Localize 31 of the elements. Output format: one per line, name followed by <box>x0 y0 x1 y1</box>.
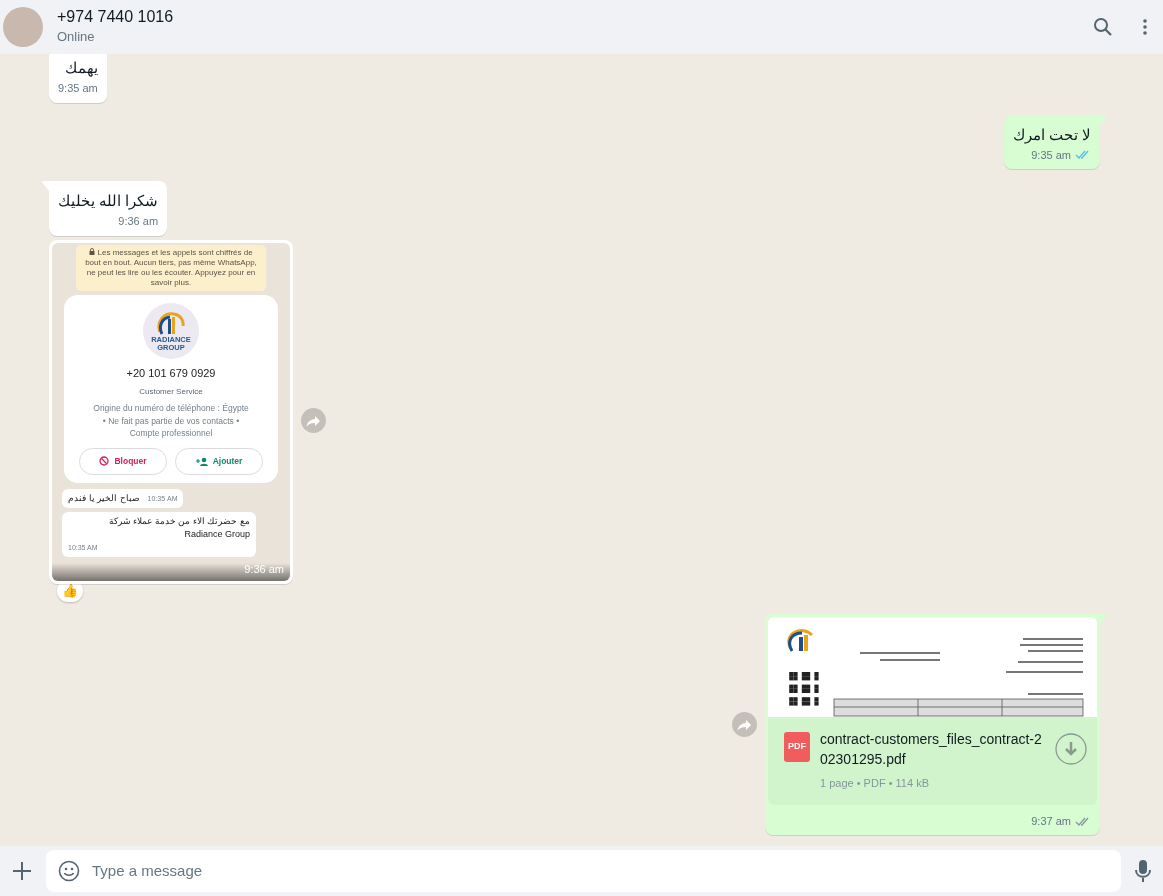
contact-detail: Origine du numéro de téléphone : Égypte <box>93 402 249 415</box>
add-person-icon <box>195 456 208 466</box>
contact-name: +974 7440 1016 <box>57 7 175 28</box>
pdf-file-icon: PDF <box>784 731 810 762</box>
lock-icon <box>89 247 96 256</box>
contact-detail: Compte professionnel <box>128 427 214 440</box>
microphone-icon[interactable] <box>1135 859 1151 883</box>
search-icon[interactable] <box>1093 17 1113 37</box>
message-text: لا تحت امرك <box>1012 125 1091 145</box>
message-time: 9:35 am <box>58 81 98 96</box>
contact-status: Online <box>57 28 96 47</box>
message-time: 9:36 am <box>244 562 284 577</box>
contact-label: Customer Service <box>139 386 203 398</box>
message-time: 9:36 am <box>118 214 159 229</box>
contact-detail: • Ne fait pas partie de vos contacts • <box>101 414 241 427</box>
message-time: 9:37 am <box>1031 814 1071 829</box>
message-time: 9:35 am <box>1031 147 1071 163</box>
add-contact-button[interactable]: Ajouter <box>175 447 263 475</box>
encryption-notice: Les messages et les appels sont chiffrés de bout en bout. Aucun tiers, pas même WhatsApp, ne peut les lire ou les écouter. Appuyez pour en savoir plus. <box>76 244 266 291</box>
menu-icon[interactable] <box>1143 19 1147 35</box>
message-field[interactable]: Type a message <box>46 850 1121 892</box>
attach-plus-icon[interactable] <box>12 861 32 881</box>
message-text: يهمك <box>63 59 98 78</box>
contact-phone: +20 101 679 0929 <box>126 365 216 381</box>
message-text: شكرا الله يخليك <box>58 192 159 211</box>
emoji-icon[interactable] <box>58 860 80 882</box>
logo-mark-icon <box>156 310 186 336</box>
block-icon <box>99 456 110 466</box>
block-button[interactable]: Bloquer <box>79 447 167 475</box>
file-details: 1 page • PDF • 114 kB <box>820 775 930 791</box>
file-name: contract-customers_files_contract-202301295.pdf <box>820 729 1043 769</box>
